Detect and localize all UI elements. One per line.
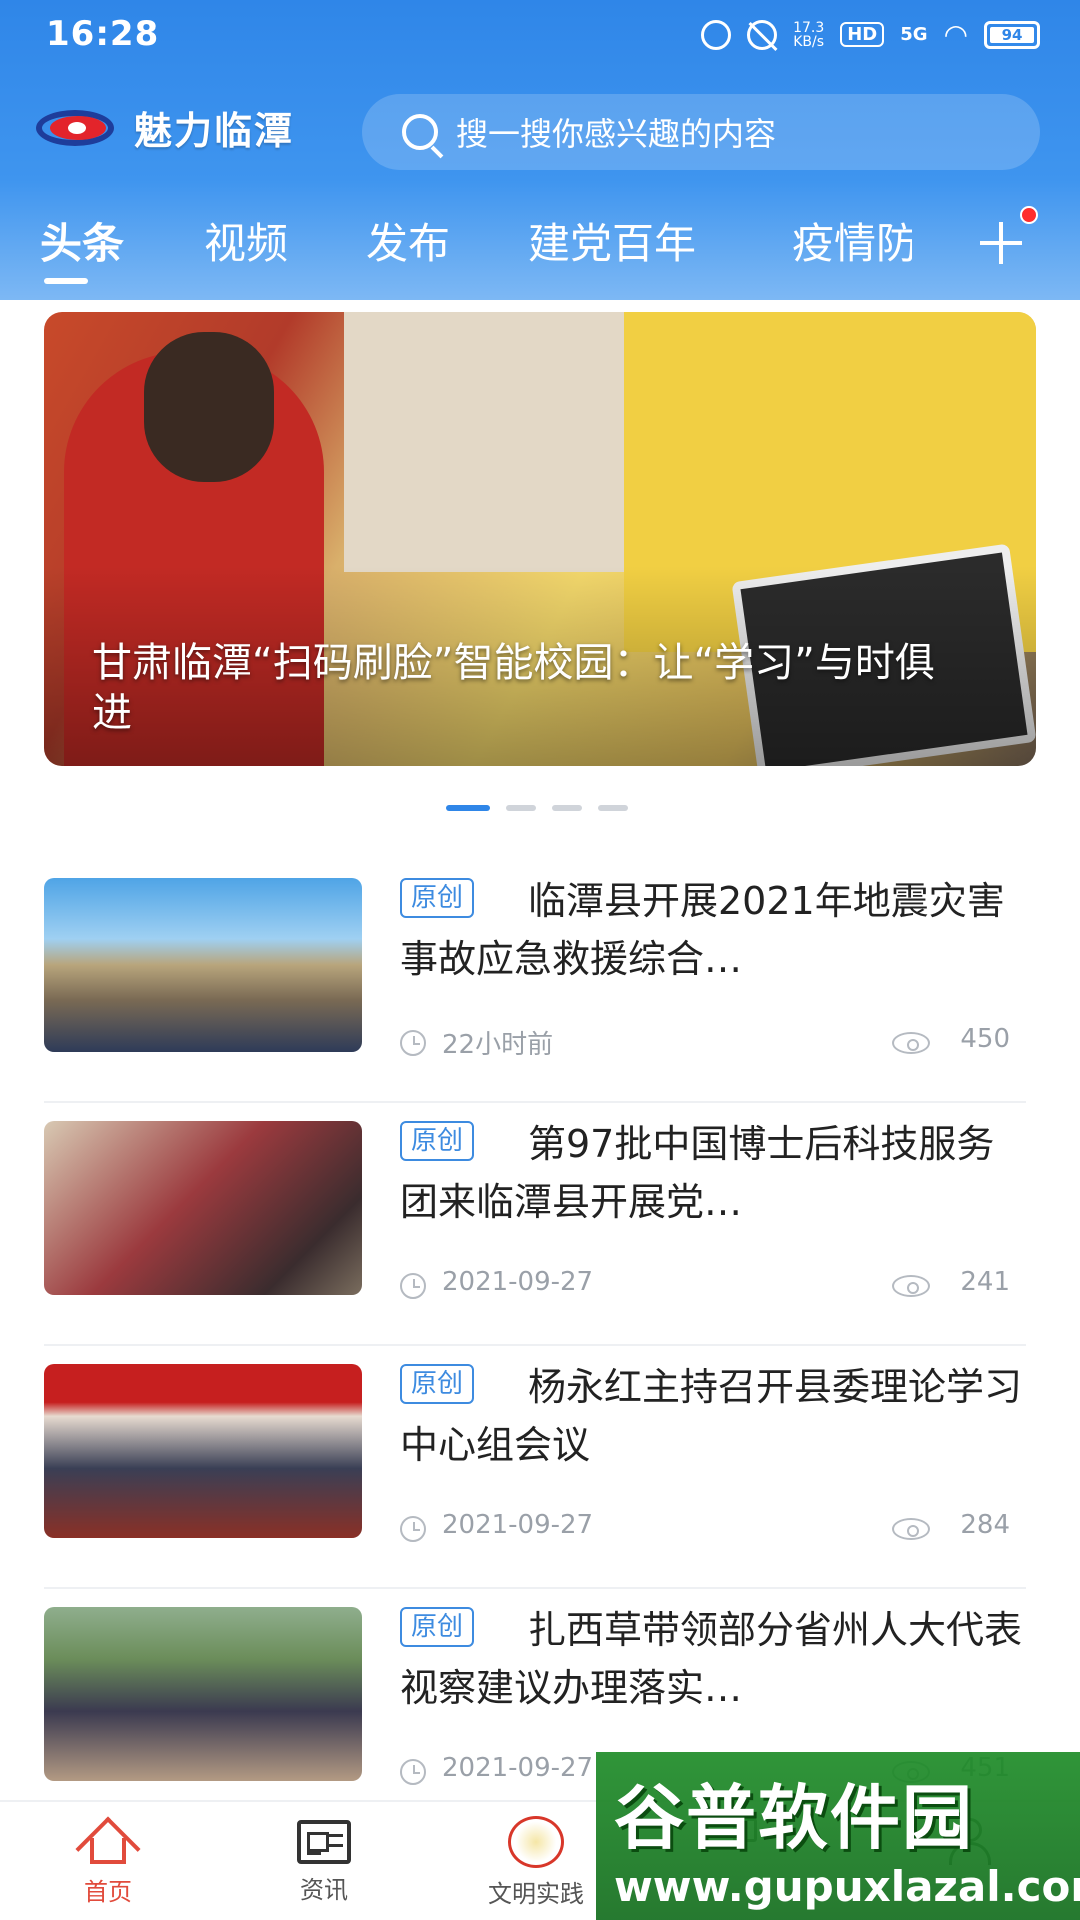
news-views: 241 [960, 1267, 1010, 1297]
news-time: 2021-09-27 [442, 1267, 594, 1297]
original-badge: 原创 [400, 1121, 475, 1161]
eye-icon [892, 1518, 930, 1540]
news-icon [297, 1820, 351, 1864]
news-thumbnail [44, 1364, 362, 1538]
news-views: 284 [960, 1510, 1010, 1540]
carousel-dot-2[interactable] [506, 805, 536, 811]
mute-icon [747, 19, 778, 50]
nav-civilization-label: 文明实践 [488, 1880, 584, 1908]
news-title: 杨永红主持召开县委理论学习中心组会议 [400, 1365, 1023, 1467]
search-icon [402, 114, 438, 150]
status-icons: 17.3 KB/s HD 5G ◠ 94 [701, 18, 1040, 51]
net-speed-unit: KB/s [793, 33, 825, 50]
notification-dot [1020, 206, 1038, 224]
status-bar: 16:28 17.3 KB/s HD 5G ◠ 94 [0, 0, 1080, 72]
signal-5g-icon: 5G [900, 24, 928, 45]
news-thumbnail [44, 1607, 362, 1781]
home-icon [75, 1816, 141, 1882]
nav-civilization-practice[interactable]: 文明实践 [476, 1816, 596, 1909]
clock-icon [400, 1759, 426, 1785]
tab-epidemic[interactable]: 疫情防 [792, 210, 912, 271]
news-title: 扎西草带领部分省州人大代表视察建议办理落实… [400, 1608, 1023, 1710]
status-time: 16:28 [46, 14, 160, 54]
app-root: 16:28 17.3 KB/s HD 5G ◠ 94 魅力临潭 搜一搜你感兴趣的… [0, 0, 1080, 1920]
channel-tabs: 头条 视频 发布 建党百年 疫情防 [0, 200, 1080, 284]
original-badge: 原创 [400, 878, 475, 918]
add-channel-icon[interactable] [976, 218, 1026, 268]
tab-headlines[interactable]: 头条 [40, 210, 124, 271]
eye-icon [892, 1032, 930, 1054]
news-views: 450 [960, 1024, 1010, 1054]
tab-party-centenary[interactable]: 建党百年 [528, 210, 696, 271]
site-watermark: 谷普软件园 www.gupuxlazal.com [596, 1752, 1080, 1920]
search-bar[interactable]: 搜一搜你感兴趣的内容 [362, 94, 1040, 170]
news-item[interactable]: 杨永红主持召开县委理论学习中心组会议 原创 2021-09-27 284 [0, 1346, 1080, 1589]
nav-news[interactable]: 资讯 [264, 1816, 384, 1905]
news-title: 第97批中国博士后科技服务团来临潭县开展党… [400, 1122, 995, 1224]
search-placeholder: 搜一搜你感兴趣的内容 [456, 115, 777, 153]
tab-video[interactable]: 视频 [204, 210, 288, 271]
nav-news-label: 资讯 [300, 1876, 348, 1904]
net-speed: 17.3 KB/s [793, 21, 824, 49]
alarm-icon [701, 19, 732, 50]
eye-icon [892, 1275, 930, 1297]
tab-active-indicator [44, 278, 88, 284]
nav-home[interactable]: 首页 [48, 1816, 168, 1907]
news-meta: 2021-09-27 241 [400, 1267, 1010, 1303]
news-thumbnail [44, 878, 362, 1052]
battery-icon: 94 [984, 20, 1040, 49]
app-logo-icon [30, 104, 120, 152]
carousel-dot-3[interactable] [552, 805, 582, 811]
battery-level: 94 [1001, 25, 1023, 44]
original-badge: 原创 [400, 1364, 475, 1404]
carousel-dot-4[interactable] [598, 805, 628, 811]
news-item[interactable]: 临潭县开展2021年地震灾害事故应急救援综合… 原创 22小时前 450 [0, 860, 1080, 1103]
watermark-url: www.gupuxlazal.com [614, 1862, 1080, 1911]
news-time: 2021-09-27 [442, 1753, 594, 1783]
wifi-icon: ◠ [943, 18, 968, 51]
news-title: 临潭县开展2021年地震灾害事故应急救援综合… [400, 879, 1005, 981]
news-item[interactable]: 第97批中国博士后科技服务团来临潭县开展党… 原创 2021-09-27 241 [0, 1103, 1080, 1346]
civilization-practice-icon [508, 1816, 564, 1868]
carousel-indicator [446, 805, 628, 811]
news-time: 22小时前 [442, 1030, 554, 1060]
news-thumbnail [44, 1121, 362, 1295]
header: 16:28 17.3 KB/s HD 5G ◠ 94 魅力临潭 搜一搜你感兴趣的… [0, 0, 1080, 300]
brand-name: 魅力临潭 [134, 109, 295, 153]
news-meta: 22小时前 450 [400, 1024, 1010, 1060]
news-time: 2021-09-27 [442, 1510, 594, 1540]
carousel-dot-1[interactable] [446, 805, 490, 811]
news-list: 临潭县开展2021年地震灾害事故应急救援综合… 原创 22小时前 450 第97… [0, 860, 1080, 1832]
banner-carousel[interactable]: 甘肃临潭“扫码刷脸”智能校园：让“学习”与时俱进 [44, 312, 1036, 766]
clock-icon [400, 1516, 426, 1542]
banner-title: 甘肃临潭“扫码刷脸”智能校园：让“学习”与时俱进 [92, 640, 935, 736]
clock-icon [400, 1273, 426, 1299]
nav-home-label: 首页 [84, 1878, 132, 1906]
tab-publish[interactable]: 发布 [366, 210, 450, 271]
original-badge: 原创 [400, 1607, 475, 1647]
watermark-main: 谷普软件园 [614, 1777, 974, 1859]
news-meta: 2021-09-27 284 [400, 1510, 1010, 1546]
brand[interactable]: 魅力临潭 [30, 100, 294, 155]
hd-badge: HD [840, 22, 885, 47]
clock-icon [400, 1030, 426, 1056]
